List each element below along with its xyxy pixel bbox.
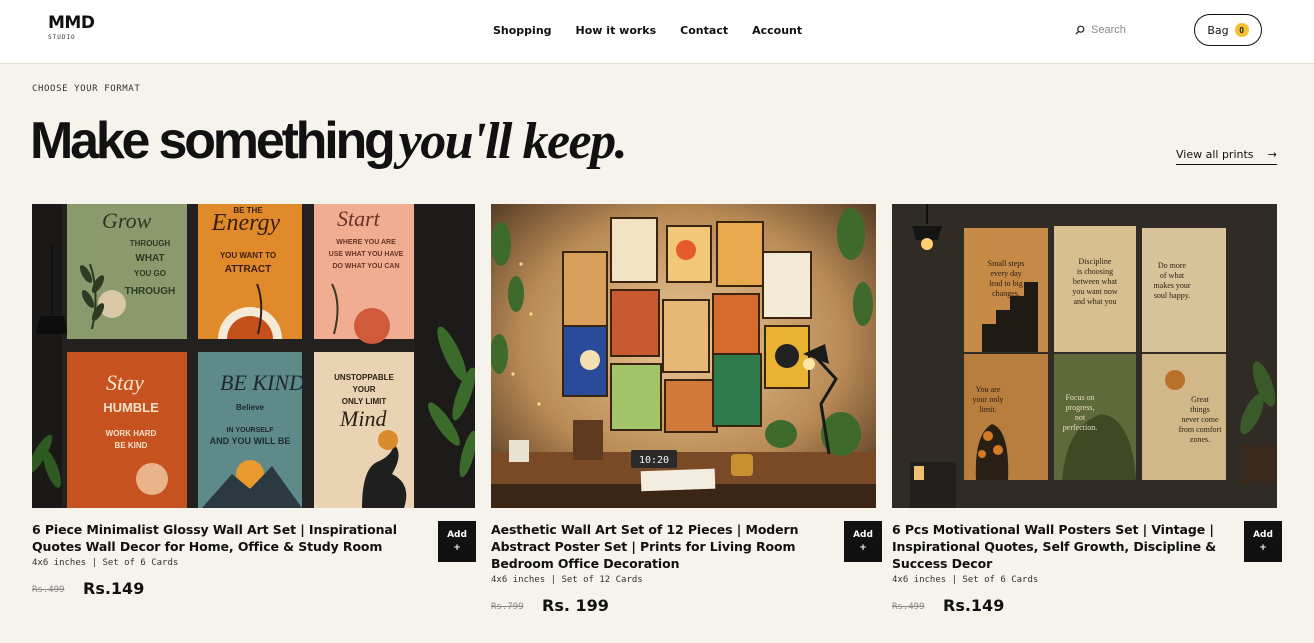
- image-text: and what you: [1073, 297, 1116, 306]
- image-text: perfection.: [1063, 423, 1097, 432]
- section-eyebrow: CHOOSE YOUR FORMAT: [32, 84, 141, 94]
- nav-contact[interactable]: Contact: [680, 24, 728, 37]
- brand-name: MMD: [48, 13, 95, 33]
- product-meta: 4x6 inches | Set of 6 Cards: [32, 558, 179, 568]
- product-image[interactable]: Small steps every day lead to big change…: [892, 204, 1277, 508]
- nav-account[interactable]: Account: [752, 24, 802, 37]
- product-title[interactable]: 6 Piece Minimalist Glossy Wall Art Set |…: [32, 521, 434, 555]
- image-text: USE WHAT YOU HAVE: [329, 251, 404, 258]
- image-text: THROUGH: [130, 239, 171, 248]
- plus-icon: +: [453, 542, 461, 553]
- price-sale: Rs.149: [83, 579, 145, 598]
- headline-main: Make something: [30, 112, 396, 170]
- image-text: Small steps: [988, 259, 1025, 268]
- price-original: Rs.799: [491, 602, 524, 612]
- image-text: limit.: [979, 405, 996, 414]
- bag-button[interactable]: Bag 0: [1194, 14, 1262, 46]
- product-image[interactable]: 10:20: [491, 204, 876, 508]
- search-icon: [1075, 25, 1085, 35]
- image-text: YOUR: [352, 385, 375, 394]
- main-nav: Shopping How it works Contact Account: [493, 24, 802, 37]
- arrow-right-icon: →: [1267, 148, 1277, 161]
- image-text: not: [1075, 413, 1086, 422]
- image-text: of what: [1160, 271, 1185, 280]
- product-meta: 4x6 inches | Set of 12 Cards: [491, 575, 643, 585]
- image-text: zones.: [1190, 435, 1210, 444]
- image-text: Mind: [339, 406, 387, 431]
- image-text: lead to big: [989, 279, 1023, 288]
- image-text: you want now: [1072, 287, 1118, 296]
- image-text: is choosing: [1077, 267, 1113, 276]
- image-text: Believe: [236, 403, 265, 412]
- image-text: YOU GO: [134, 269, 166, 278]
- image-text: THROUGH: [125, 286, 176, 297]
- image-text: Stay: [106, 370, 144, 395]
- product-meta: 4x6 inches | Set of 6 Cards: [892, 575, 1039, 585]
- site-header: MMD STUDIO Shopping How it works Contact…: [0, 0, 1314, 64]
- image-text: soul happy.: [1154, 291, 1190, 300]
- price-original: Rs.499: [32, 585, 65, 595]
- image-text: Do more: [1158, 261, 1187, 270]
- image-text: IN YOURSELF: [227, 427, 275, 434]
- image-text: BE KIND: [115, 441, 148, 450]
- bag-label: Bag: [1207, 23, 1229, 37]
- product-image[interactable]: Grow Energy Start Stay BE KIND Mind THRO…: [32, 204, 475, 508]
- image-text: never come: [1181, 415, 1219, 424]
- image-text: Start: [337, 206, 381, 231]
- image-text: every day: [990, 269, 1021, 278]
- image-text: HUMBLE: [103, 400, 159, 415]
- add-to-bag-button[interactable]: Add +: [1244, 521, 1282, 562]
- image-text: You are: [976, 385, 1001, 394]
- image-text: WORK HARD: [106, 429, 157, 438]
- image-text: from comfort: [1179, 425, 1223, 434]
- image-text: Focus on: [1065, 393, 1094, 402]
- clock-text: 10:20: [639, 455, 669, 466]
- image-text: changes.: [992, 289, 1020, 298]
- image-text: between what: [1073, 277, 1118, 286]
- image-text: DO WHAT YOU CAN: [332, 263, 399, 270]
- image-text: Discipline: [1079, 257, 1112, 266]
- image-text: YOU WANT TO: [220, 251, 276, 260]
- image-text: AND YOU WILL BE: [210, 436, 291, 446]
- image-text: Great: [1191, 395, 1210, 404]
- search-box: [1075, 24, 1175, 36]
- plus-icon: +: [1259, 542, 1267, 553]
- image-text: ATTRACT: [225, 264, 271, 275]
- add-to-bag-button[interactable]: Add +: [844, 521, 882, 562]
- bag-count-badge: 0: [1234, 23, 1249, 37]
- image-text: things: [1190, 405, 1210, 414]
- image-text: BE KIND: [220, 370, 305, 395]
- headline-italic: you'll keep.: [398, 113, 628, 170]
- nav-how-it-works[interactable]: How it works: [576, 24, 657, 37]
- brand-sub: STUDIO: [48, 34, 76, 41]
- image-text: WHAT: [135, 253, 164, 264]
- price-original: Rs.499: [892, 602, 925, 612]
- add-label: Add: [447, 529, 467, 540]
- product-title[interactable]: 6 Pcs Motivational Wall Posters Set | Vi…: [892, 521, 1237, 572]
- price-sale: Rs.149: [943, 596, 1005, 615]
- add-label: Add: [1253, 529, 1273, 540]
- brand-logo[interactable]: MMD STUDIO: [48, 13, 95, 41]
- page-headline: Make something you'll keep.: [30, 108, 628, 175]
- image-text: WHERE YOU ARE: [336, 239, 396, 246]
- search-input[interactable]: [1091, 24, 1171, 36]
- image-text: ONLY LIMIT: [342, 397, 387, 406]
- plus-icon: +: [859, 542, 867, 553]
- image-text: makes your: [1153, 281, 1190, 290]
- add-label: Add: [853, 529, 873, 540]
- add-to-bag-button[interactable]: Add +: [438, 521, 476, 562]
- view-all-prints-link[interactable]: View all prints →: [1176, 148, 1277, 165]
- nav-shopping[interactable]: Shopping: [493, 24, 552, 37]
- image-text: BE THE: [233, 206, 263, 215]
- image-text: Grow: [102, 208, 152, 233]
- view-all-label: View all prints: [1176, 148, 1254, 161]
- product-title[interactable]: Aesthetic Wall Art Set of 12 Pieces | Mo…: [491, 521, 831, 572]
- price-sale: Rs. 199: [542, 596, 609, 615]
- image-text: UNSTOPPABLE: [334, 373, 394, 382]
- image-text: progress,: [1065, 403, 1094, 412]
- image-text: your only: [973, 395, 1004, 404]
